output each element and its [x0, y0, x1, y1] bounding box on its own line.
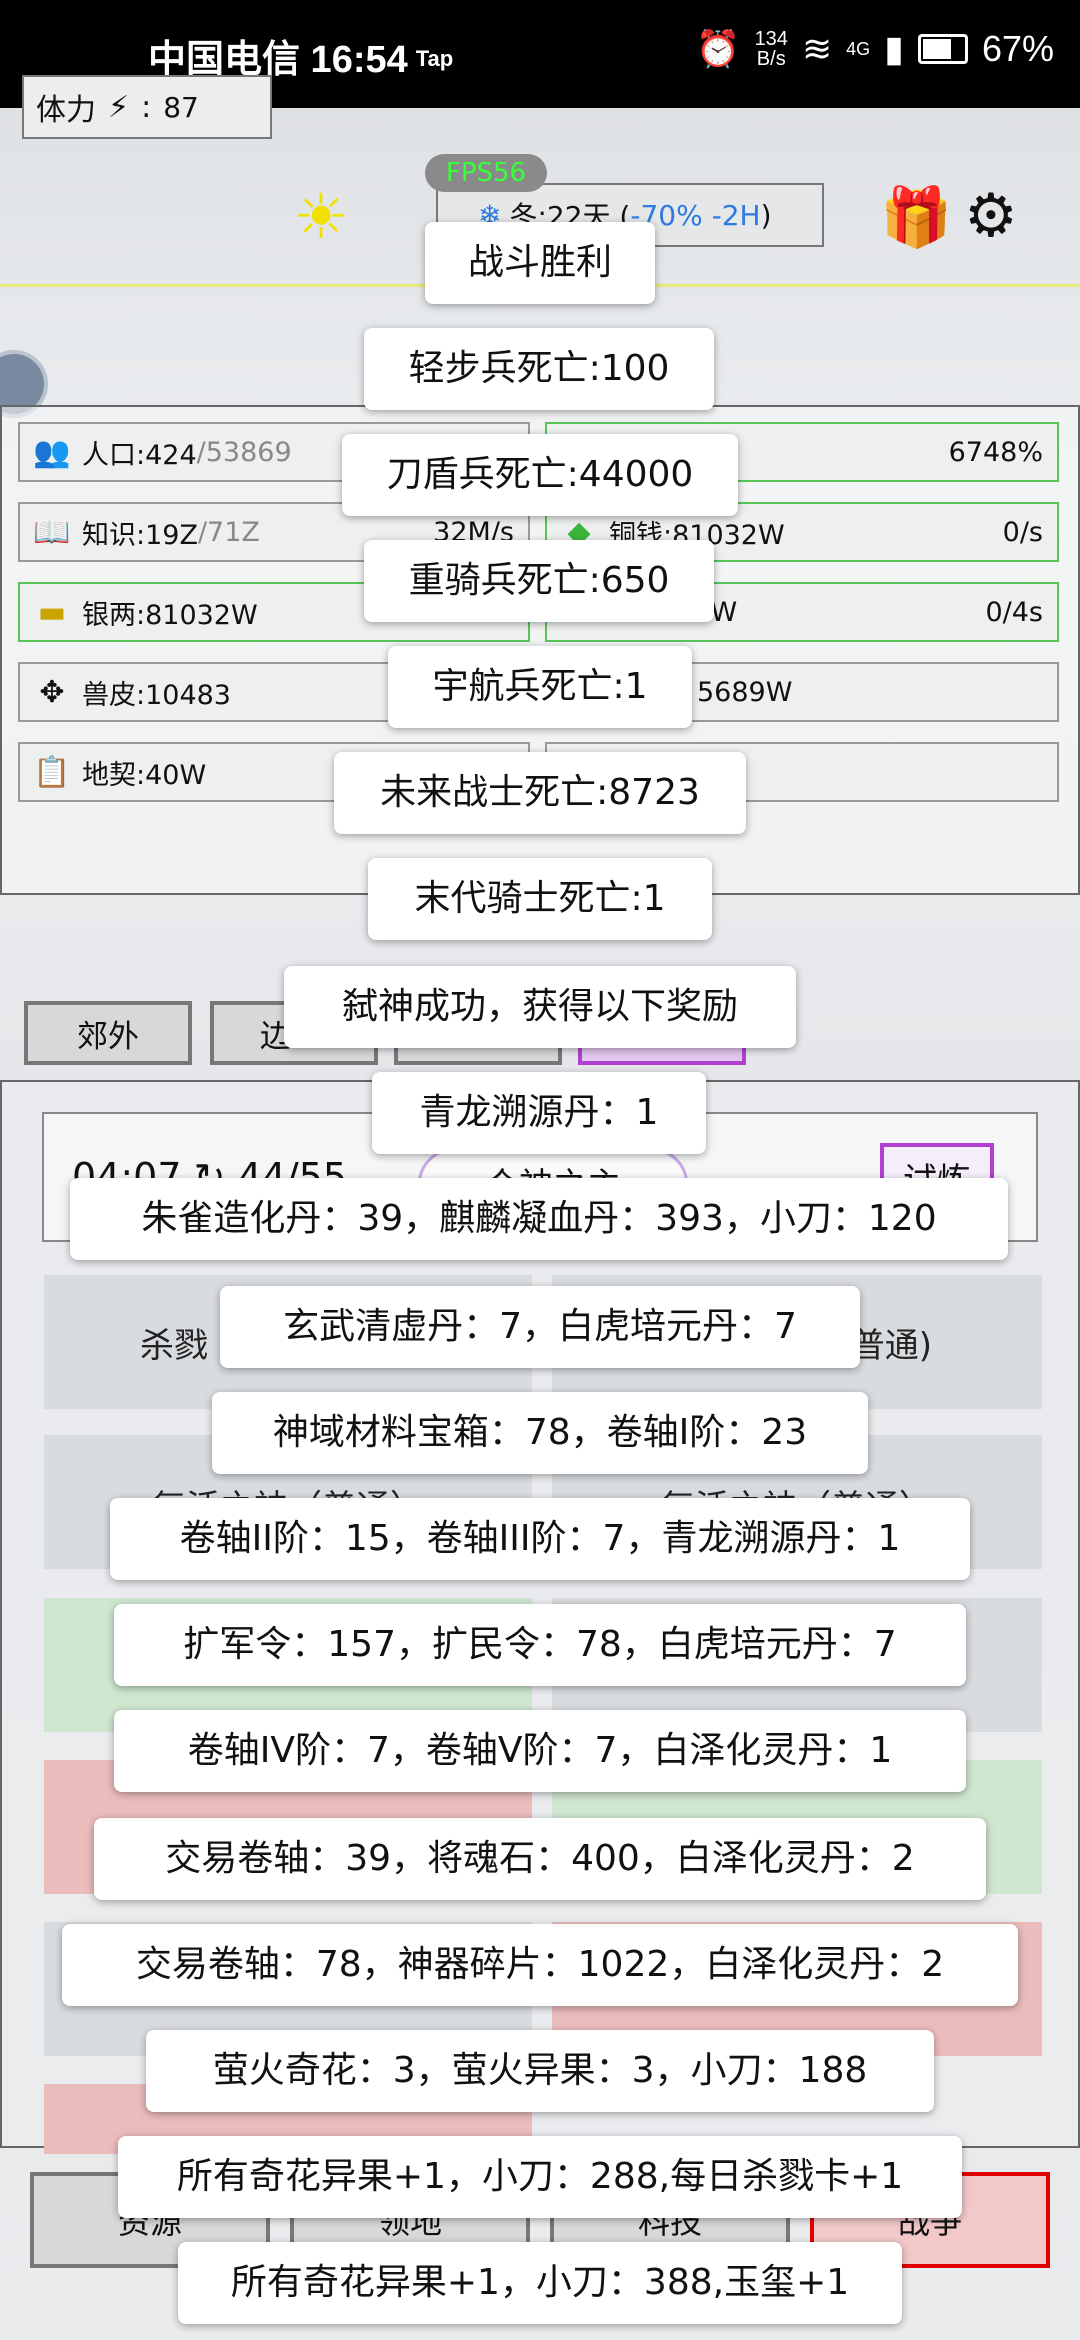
stamina-value: 87 [163, 90, 199, 124]
season-pct: -70% -2H [630, 198, 761, 232]
resource-population[interactable]: 👥 人口:424/53869 [18, 422, 530, 482]
tab-outskirts[interactable]: 郊外 [24, 1001, 192, 1065]
battle-card[interactable] [44, 2084, 532, 2154]
resource-rate: 32M/s [433, 516, 514, 548]
battle-card[interactable] [44, 1922, 532, 2056]
resource-label: 铜钱:81032W [609, 519, 785, 551]
nav-war[interactable]: 战争 [810, 2172, 1050, 2268]
battle-time: 04:07 [72, 1155, 182, 1199]
season-close: ) [760, 198, 772, 232]
tab-border[interactable]: 边 [210, 1001, 378, 1065]
battle-card[interactable]: 复活之神（普通） [552, 1435, 1042, 1569]
tab-3[interactable] [394, 1001, 562, 1065]
resource-label: 知识:19Z [82, 519, 198, 551]
resource-8[interactable] [545, 742, 1059, 802]
gift-icon[interactable]: 🎁 [880, 188, 952, 246]
refresh-icon: ↻ [193, 1155, 226, 1199]
net-speed-unit: B/s [756, 48, 786, 70]
tap-app-icon: Tap [415, 46, 454, 71]
battle-card[interactable] [552, 1598, 1042, 1732]
resource-label: 032W [659, 596, 738, 628]
battery-percent: 67% [981, 28, 1054, 69]
season-box: ❄ 冬:22天 (-70% -2H) [436, 183, 824, 247]
battery-icon [917, 34, 968, 64]
net-speed-value: 134 [754, 28, 788, 50]
resource-max: /71Z [197, 516, 260, 548]
stamina-box: 体力 ⚡ : 87 [22, 75, 272, 139]
net-speed: 134 B/s [755, 29, 788, 69]
resource-label: 地契:40W [82, 759, 207, 791]
battle-card[interactable] [44, 1598, 532, 1732]
status-icons: ⏰ 134 B/s ≋ 4G ▮ 67% [696, 28, 1054, 70]
people-icon: 👥 [33, 434, 71, 470]
battle-count: 44/55 [237, 1155, 348, 1199]
fps-counter: FPS56 [425, 154, 547, 192]
book-icon: 📖 [33, 514, 71, 550]
resource-label: 人口:424 [82, 439, 197, 471]
resource-label: 兽皮:10483 [82, 679, 231, 711]
gear-icon[interactable]: ⚙ [964, 184, 1028, 248]
resource-rate: 0/s [1002, 516, 1043, 548]
fur-icon: ✥ [39, 674, 65, 710]
lightning-icon: ⚡ [108, 89, 130, 125]
battle-card[interactable]: 普通) [552, 1275, 1042, 1409]
nav-resources[interactable]: 资源 [30, 2172, 270, 2268]
resource-6[interactable]: 5689W [545, 662, 1059, 722]
season-text: 冬:22天 ( [509, 200, 631, 233]
divider [0, 284, 1080, 287]
mode-label[interactable]: 众神之主 [418, 1148, 688, 1224]
coin-icon: ◆ [567, 514, 591, 550]
resource-rate: 6748% [948, 436, 1043, 468]
alarm-icon: ⏰ [695, 28, 741, 69]
resource-fur[interactable]: ✥ 兽皮:10483 [18, 662, 530, 722]
wifi-icon: ≋ [801, 28, 833, 69]
battle-timer: 04:07 ↻ 44/55 [72, 1155, 347, 1199]
battle-card[interactable] [552, 1760, 1042, 1894]
battle-card[interactable] [44, 1760, 532, 1894]
resource-label: 银两:81032W [82, 599, 258, 631]
sun-icon: ☀ [293, 180, 349, 253]
resource-deed[interactable]: 📋 地契:40W [18, 742, 530, 802]
stamina-sep: : [141, 89, 152, 125]
trial-button[interactable]: 试炼 [880, 1143, 994, 1219]
battle-card[interactable]: 复活之神（普通） [44, 1435, 532, 1569]
resource-label: 01W [607, 436, 669, 468]
silver-icon: ▬ [37, 594, 67, 630]
nav-territory[interactable]: 领地 [290, 2172, 530, 2268]
deed-icon: 📋 [33, 754, 71, 790]
resource-max: /53869 [196, 436, 292, 468]
resource-4[interactable]: 032W 0/4s [545, 582, 1059, 642]
nav-technology[interactable]: 科技 [550, 2172, 790, 2268]
resource-silver[interactable]: ▬ 银两:81032W [18, 582, 530, 642]
snowflake-icon: ❄ [478, 198, 502, 232]
signal-icon: ▮ [884, 28, 904, 69]
resource-copper[interactable]: ◆ 铜钱:81032W 0/s [545, 502, 1059, 562]
resource-2[interactable]: 01W 6748% [545, 422, 1059, 482]
signal-type: 4G [846, 38, 871, 59]
resource-knowledge[interactable]: 📖 知识:19Z/71Z 32M/s [18, 502, 530, 562]
stamina-label: 体力 [36, 93, 96, 128]
resource-rate: 0/4s [985, 596, 1043, 628]
tab-4[interactable] [578, 1001, 746, 1065]
resource-label: 5689W [697, 676, 793, 708]
battle-card[interactable] [552, 1922, 1042, 2056]
battle-card[interactable]: 杀戮 [44, 1275, 532, 1409]
